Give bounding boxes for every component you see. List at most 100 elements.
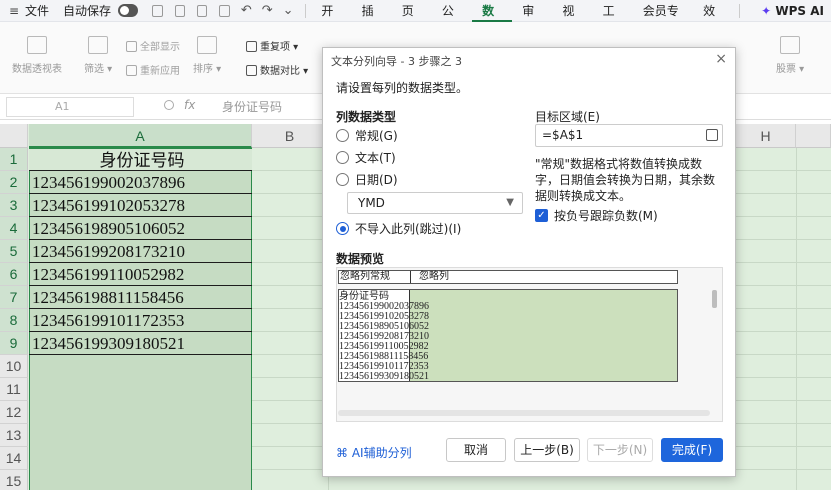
- table-cell[interactable]: 123456199110052982: [29, 263, 252, 286]
- wps-ai-button[interactable]: ✦ WPS AI: [754, 4, 831, 18]
- table-cell[interactable]: 123456199102053278: [29, 194, 252, 217]
- radio-general[interactable]: 常规(G): [336, 127, 398, 144]
- print-icon[interactable]: [197, 4, 208, 17]
- stocks-button[interactable]: 股票 ▾: [776, 36, 804, 75]
- radio-skip[interactable]: 不导入此列(跳过)(I): [336, 220, 461, 237]
- export-icon[interactable]: [174, 4, 186, 17]
- next-button[interactable]: 下一步(N): [587, 438, 653, 462]
- table-cell[interactable]: 123456198905106052: [29, 217, 252, 240]
- tab-tools[interactable]: 工具: [593, 0, 633, 40]
- header-cell[interactable]: 身份证号码: [29, 148, 252, 171]
- range-picker-icon[interactable]: [706, 129, 718, 141]
- back-button[interactable]: 上一步(B): [514, 438, 580, 462]
- target-area-input[interactable]: =$A$1: [535, 124, 723, 147]
- stocks-label: 股票: [776, 64, 796, 75]
- negative-number-checkbox[interactable]: ✓ 按负号跟踪负数(M): [535, 207, 658, 224]
- row-header[interactable]: 13: [0, 424, 28, 447]
- tab-member[interactable]: 会员专享: [633, 0, 693, 40]
- formula-input[interactable]: 身份证号码: [222, 98, 282, 115]
- data-compare-button[interactable]: 数据对比 ▾: [246, 62, 308, 77]
- row-header[interactable]: 9: [0, 332, 28, 355]
- data-compare-icon: [246, 65, 257, 76]
- column-header-h[interactable]: H: [736, 124, 796, 148]
- row-header[interactable]: 1: [0, 148, 28, 171]
- column-header-b[interactable]: B: [252, 124, 328, 148]
- preview-column-divider: [409, 290, 410, 381]
- reapply-button[interactable]: 重新应用: [126, 62, 180, 77]
- zoom-icon[interactable]: [164, 100, 174, 110]
- tab-review[interactable]: 审阅: [512, 0, 552, 40]
- wps-ai-icon: ✦: [761, 3, 772, 18]
- preview-header-divider: [410, 271, 411, 283]
- name-box[interactable]: A1: [6, 97, 134, 117]
- row-header[interactable]: 6: [0, 263, 28, 286]
- tab-efficiency[interactable]: 效率: [693, 0, 733, 40]
- row-header[interactable]: 11: [0, 378, 28, 401]
- redo-icon[interactable]: ↷: [262, 3, 273, 18]
- radio-skip-label: 不导入此列(跳过)(I): [355, 222, 462, 236]
- autosave-toggle[interactable]: [118, 4, 139, 17]
- show-all-button[interactable]: 全部显示: [126, 38, 180, 53]
- filter-icon: [88, 36, 109, 54]
- preview-header-skip-1[interactable]: 忽略列: [340, 271, 370, 283]
- file-menu[interactable]: 文件: [18, 2, 56, 19]
- finish-button[interactable]: 完成(F): [661, 438, 723, 462]
- table-cell[interactable]: 123456199208173210: [29, 240, 252, 263]
- preview-icon[interactable]: [219, 4, 230, 17]
- tab-formula[interactable]: 公式: [432, 0, 472, 40]
- tab-page[interactable]: 页面: [392, 0, 432, 40]
- filter-button[interactable]: 筛选 ▾: [84, 36, 112, 75]
- tab-home[interactable]: 开始: [311, 0, 351, 40]
- preview-title: 数据预览: [336, 252, 385, 266]
- radio-date-indicator: [336, 173, 349, 186]
- row-header[interactable]: 10: [0, 355, 28, 378]
- reapply-label: 重新应用: [140, 66, 180, 77]
- fx-icon[interactable]: fx: [184, 98, 195, 112]
- wps-ai-label: WPS AI: [775, 3, 824, 18]
- column-header-a[interactable]: A: [29, 124, 252, 148]
- undo-icon[interactable]: ↶: [241, 3, 252, 18]
- save-icon[interactable]: [152, 4, 163, 17]
- preview-header-skip-2[interactable]: 忽略列: [419, 271, 449, 283]
- row-header[interactable]: 3: [0, 194, 28, 217]
- column-header-i[interactable]: [796, 124, 831, 148]
- radio-date[interactable]: 日期(D): [336, 171, 398, 188]
- select-all-corner[interactable]: [0, 124, 28, 148]
- row-header[interactable]: 4: [0, 217, 28, 240]
- table-cell[interactable]: 123456199101172353: [29, 309, 252, 332]
- close-icon[interactable]: ×: [715, 51, 727, 67]
- row-header[interactable]: 8: [0, 309, 28, 332]
- date-format-select[interactable]: YMD ▼: [347, 192, 523, 214]
- row-header[interactable]: 5: [0, 240, 28, 263]
- chevron-down-icon: ▼: [506, 197, 514, 208]
- table-cell[interactable]: 123456199309180521: [29, 332, 252, 355]
- preview-scrollbar-horizontal[interactable]: [338, 410, 710, 416]
- text-to-columns-dialog: 文本分列向导 - 3 步骤之 3 × 请设置每列的数据类型。 列数据类型 常规(…: [322, 47, 736, 477]
- chevron-down-icon[interactable]: ⌄: [283, 3, 294, 18]
- row-header[interactable]: 14: [0, 447, 28, 470]
- preview-header-general[interactable]: 常规: [370, 271, 390, 283]
- duplicates-button[interactable]: 重复项 ▾: [246, 38, 298, 53]
- tab-data[interactable]: 数据: [472, 0, 513, 40]
- row-header[interactable]: 7: [0, 286, 28, 309]
- tab-view[interactable]: 视图: [552, 0, 592, 40]
- tab-insert[interactable]: 插入: [352, 0, 392, 40]
- duplicates-icon: [246, 41, 257, 52]
- row-header[interactable]: 12: [0, 401, 28, 424]
- pivot-table-button[interactable]: 数据透视表: [12, 36, 62, 75]
- menu-icon[interactable]: ≡: [2, 4, 19, 18]
- row-header[interactable]: 15: [0, 470, 28, 490]
- table-cell[interactable]: 123456198811158456: [29, 286, 252, 309]
- table-cell[interactable]: 123456199002037896: [29, 171, 252, 194]
- ai-split-button[interactable]: ⌘ AI辅助分列: [336, 444, 412, 461]
- preview-scrollbar-vertical[interactable]: [712, 290, 717, 308]
- row-header[interactable]: 2: [0, 171, 28, 194]
- sort-icon: [197, 36, 218, 54]
- divider: [739, 3, 741, 18]
- radio-general-indicator: [336, 129, 349, 142]
- duplicates-label: 重复项: [260, 42, 290, 53]
- filter-label: 筛选: [84, 64, 104, 75]
- cancel-button[interactable]: 取消: [446, 438, 506, 462]
- radio-text[interactable]: 文本(T): [336, 149, 396, 166]
- sort-button[interactable]: 排序 ▾: [193, 36, 221, 75]
